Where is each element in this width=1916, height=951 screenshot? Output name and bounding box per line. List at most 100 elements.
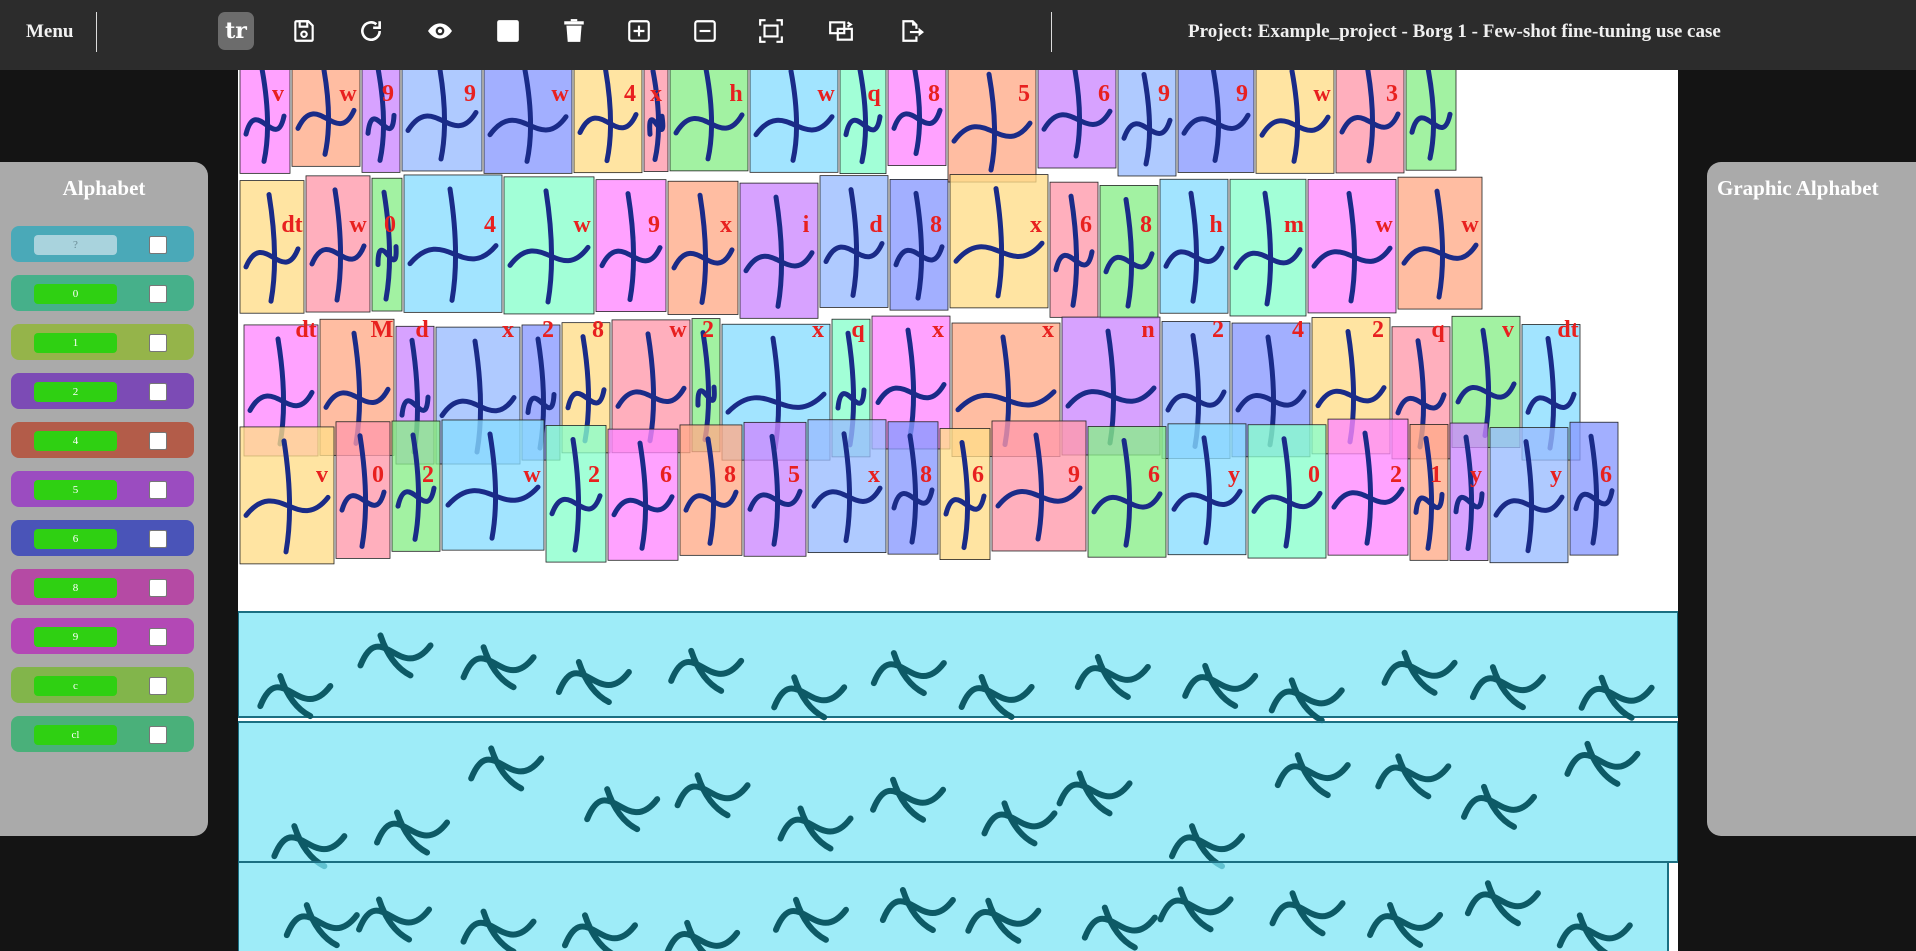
transcription-label[interactable]: 9 <box>464 81 476 107</box>
add-box-button[interactable] <box>621 12 657 50</box>
transcription-label[interactable]: 6 <box>1600 462 1612 488</box>
transcription-label[interactable]: m <box>1284 212 1304 238</box>
transcription-label[interactable]: w <box>669 317 687 343</box>
transcription-label[interactable]: d <box>869 212 883 238</box>
transcription-label[interactable]: 2 <box>1372 317 1384 343</box>
box-button[interactable] <box>490 12 526 50</box>
transcription-label[interactable]: 2 <box>542 317 554 343</box>
transcription-label[interactable]: 4 <box>624 81 636 107</box>
transcription-label[interactable]: x <box>868 462 880 488</box>
text-line-box[interactable] <box>238 861 1669 951</box>
transcription-label[interactable]: v <box>316 462 328 488</box>
redo-button[interactable] <box>353 12 389 50</box>
save-button[interactable] <box>286 12 322 50</box>
transcription-label[interactable]: x <box>720 212 732 238</box>
transcription-label[interactable]: 0 <box>384 212 396 238</box>
transcription-label[interactable]: w <box>1313 81 1331 107</box>
transcription-label[interactable]: 8 <box>930 212 942 238</box>
text-line-box[interactable] <box>238 611 1678 718</box>
alphabet-symbol-chip[interactable]: c <box>34 676 117 696</box>
transcription-label[interactable]: 6 <box>1148 462 1160 488</box>
transcription-label[interactable]: 2 <box>702 317 714 343</box>
transcription-label[interactable]: y <box>1470 462 1482 488</box>
transcription-label[interactable]: 6 <box>660 462 672 488</box>
transcription-label[interactable]: 2 <box>588 462 600 488</box>
transcription-label[interactable]: x <box>1030 212 1042 238</box>
transcription-label[interactable]: 9 <box>1236 81 1248 107</box>
tr-tool-button[interactable]: tr <box>218 12 254 50</box>
transcription-label[interactable]: w <box>551 81 569 107</box>
alphabet-checkbox[interactable] <box>149 628 167 646</box>
menu-button[interactable]: Menu <box>26 21 74 43</box>
transcription-label[interactable]: 9 <box>1068 462 1080 488</box>
transcription-label[interactable]: i <box>803 212 810 238</box>
transcription-label[interactable]: 6 <box>1098 81 1110 107</box>
alphabet-checkbox[interactable] <box>149 285 167 303</box>
transcription-label[interactable]: 9 <box>1158 81 1170 107</box>
transcription-label[interactable]: dt <box>1557 317 1578 343</box>
transfer-button[interactable] <box>823 12 859 50</box>
delete-button[interactable] <box>556 12 592 50</box>
transcription-label[interactable]: 8 <box>928 81 940 107</box>
transcription-label[interactable]: 9 <box>382 81 394 107</box>
transcription-label[interactable]: v <box>272 81 284 107</box>
transcription-label[interactable]: y <box>1228 462 1240 488</box>
alphabet-checkbox[interactable] <box>149 726 167 744</box>
transcription-label[interactable]: x <box>932 317 944 343</box>
transcription-label[interactable]: 4 <box>484 212 496 238</box>
alphabet-symbol-chip[interactable]: 6 <box>34 529 117 549</box>
transcription-label[interactable]: w <box>573 212 591 238</box>
alphabet-symbol-chip[interactable]: cl <box>34 725 117 745</box>
transcription-label[interactable]: x <box>812 317 824 343</box>
alphabet-symbol-chip[interactable]: 5 <box>34 480 117 500</box>
transcription-label[interactable]: 6 <box>972 462 984 488</box>
transcription-label[interactable]: w <box>339 81 357 107</box>
transcription-label[interactable]: w <box>523 462 541 488</box>
transcription-label[interactable]: 6 <box>1080 212 1092 238</box>
transcription-label[interactable]: 8 <box>920 462 932 488</box>
alphabet-symbol-chip[interactable]: 8 <box>34 578 117 598</box>
alphabet-symbol-chip[interactable]: 1 <box>34 333 117 353</box>
alphabet-symbol-chip[interactable]: 4 <box>34 431 117 451</box>
alphabet-checkbox[interactable] <box>149 236 167 254</box>
transcription-label[interactable]: q <box>1431 317 1445 343</box>
transcription-label[interactable]: 4 <box>1292 317 1304 343</box>
transcription-label[interactable]: M <box>371 317 394 343</box>
alphabet-checkbox[interactable] <box>149 334 167 352</box>
alphabet-checkbox[interactable] <box>149 432 167 450</box>
transcription-label[interactable]: dt <box>281 212 302 238</box>
alphabet-checkbox[interactable] <box>149 383 167 401</box>
alphabet-symbol-chip[interactable]: 0 <box>34 284 117 304</box>
transcription-label[interactable]: h <box>729 81 742 107</box>
transcription-label[interactable]: 3 <box>1386 81 1398 107</box>
transcription-label[interactable]: dt <box>295 317 316 343</box>
alphabet-checkbox[interactable] <box>149 530 167 548</box>
transcription-label[interactable]: q <box>867 81 881 107</box>
transcription-label[interactable]: w <box>349 212 367 238</box>
transcription-label[interactable]: x <box>502 317 514 343</box>
remove-box-button[interactable] <box>687 12 723 50</box>
transcription-label[interactable]: d <box>415 317 429 343</box>
transcription-label[interactable]: w <box>1375 212 1393 238</box>
export-button[interactable] <box>893 12 929 50</box>
transcription-label[interactable]: w <box>817 81 835 107</box>
transcription-label[interactable]: x <box>650 81 662 107</box>
transcription-label[interactable]: 9 <box>648 212 660 238</box>
text-line-box[interactable] <box>238 721 1678 863</box>
transcription-label[interactable]: 1 <box>1430 462 1442 488</box>
transcription-label[interactable]: y <box>1550 462 1562 488</box>
alphabet-checkbox[interactable] <box>149 677 167 695</box>
transcription-label[interactable]: 0 <box>372 462 384 488</box>
transcription-label[interactable]: 2 <box>422 462 434 488</box>
alphabet-symbol-chip[interactable]: 9 <box>34 627 117 647</box>
transcription-label[interactable]: h <box>1209 212 1222 238</box>
transcription-label[interactable]: 2 <box>1212 317 1224 343</box>
transcription-label[interactable]: 8 <box>724 462 736 488</box>
annotation-layer[interactable]: v w 9 9 w 4 x h w q 8 5 6 9 9 w 3dt w 0 4 w 9 x i d 8 x 6 8 h m w wdt Md x… <box>238 70 1678 951</box>
alphabet-checkbox[interactable] <box>149 579 167 597</box>
transcription-label[interactable]: 2 <box>1390 462 1402 488</box>
transcription-label[interactable]: 5 <box>788 462 800 488</box>
manuscript-canvas[interactable]: v w 9 9 w 4 x h w q 8 5 6 9 9 w 3 dt w 0 4 w 9 x i d 8 x 6 8 h m w w dt Md x… <box>238 70 1678 951</box>
transcription-label[interactable]: x <box>1042 317 1054 343</box>
transcription-label[interactable]: 5 <box>1018 81 1030 107</box>
